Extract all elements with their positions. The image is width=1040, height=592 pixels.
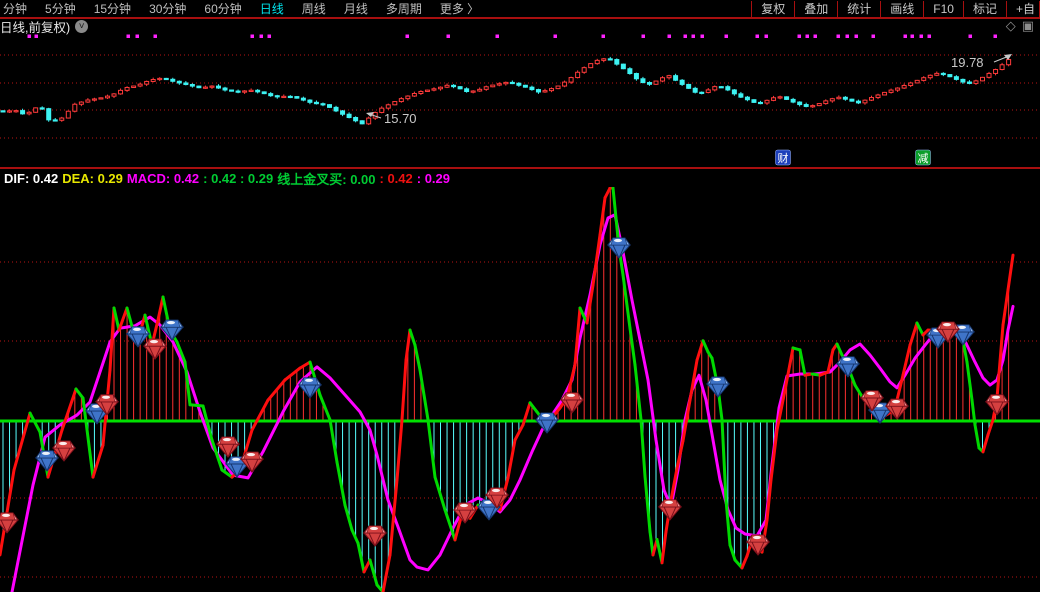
timeframe-menu: 分钟5分钟15分钟30分钟60分钟日线周线月线多周期更多 〉 <box>0 1 488 17</box>
indicator-value-6: : 0.29 <box>417 171 450 186</box>
menu-tool-4[interactable]: F10 <box>923 1 963 17</box>
panel-tool-icon[interactable]: ▣ <box>1022 18 1034 34</box>
red-diamond-signal-15 <box>986 395 1008 415</box>
price-gridlines <box>0 55 1040 138</box>
menu-timeframe-2[interactable]: 15分钟 <box>85 1 140 17</box>
menu-tool-3[interactable]: 画线 <box>880 1 923 17</box>
menu-timeframe-4[interactable]: 60分钟 <box>195 1 250 17</box>
tool-menu: 复权叠加统计画线F10标记+自 <box>751 1 1040 17</box>
menu-tool-0[interactable]: 复权 <box>751 1 794 17</box>
macd-indicator-header: DIF: 0.42 DEA: 0.29 MACD: 0.42 : 0.42 : 0.2… <box>0 167 1040 188</box>
blue-diamond-signal-0 <box>36 451 58 471</box>
svg-text:15.70: 15.70 <box>384 111 417 126</box>
menu-timeframe-8[interactable]: 多周期 <box>377 1 431 17</box>
menu-tool-2[interactable]: 统计 <box>837 1 880 17</box>
indicator-value-0: DIF: 0.42 <box>4 171 58 186</box>
menu-tool-6[interactable]: +自 <box>1006 1 1040 17</box>
dif-line <box>0 188 1013 592</box>
indicator-value-3: : 0.42 : 0.29 <box>203 171 273 186</box>
red-diamond-signal-11 <box>747 535 769 555</box>
indicator-value-2: MACD: 0.42 <box>127 171 199 186</box>
indicator-value-1: DEA: 0.29 <box>62 171 123 186</box>
chevron-down-icon[interactable]: ˅ <box>75 20 88 33</box>
top-menubar: 分钟5分钟15分钟30分钟60分钟日线周线月线多周期更多 〉 复权叠加统计画线F… <box>0 0 1040 19</box>
blue-diamond-signal-8 <box>608 238 630 258</box>
menu-timeframe-1[interactable]: 5分钟 <box>36 1 85 17</box>
indicator-value-5: : 0.42 <box>380 171 413 186</box>
chart-mode-label: 日线,前复权) <box>0 17 70 36</box>
menu-timeframe-7[interactable]: 月线 <box>335 1 377 17</box>
candlestick-chart[interactable]: 15.70 19.78 财 减 <box>0 34 1040 167</box>
price-labels: 15.70 19.78 <box>366 54 1012 126</box>
svg-text:财: 财 <box>778 151 789 165</box>
signal-dots <box>28 35 998 39</box>
diamond-tool-icon[interactable]: ◇ <box>1006 18 1016 34</box>
svg-text:19.78: 19.78 <box>951 55 984 70</box>
indicator-value-4: 线上金叉买: 0.00 <box>277 169 375 188</box>
menu-timeframe-6[interactable]: 周线 <box>293 1 335 17</box>
trading-app-window: { "menu": { "left_items": [ {"label":"分钟… <box>0 0 1040 592</box>
menu-tool-5[interactable]: 标记 <box>963 1 1006 17</box>
blue-diamond-signal-5 <box>299 378 321 398</box>
corner-icons: ◇ ▣ <box>1006 18 1034 34</box>
menu-timeframe-0[interactable]: 分钟 <box>0 1 36 17</box>
red-diamond-signal-3 <box>144 339 166 359</box>
blue-diamond-signal-9 <box>707 377 729 397</box>
candles-layer <box>1 57 1011 125</box>
dea-line <box>12 215 1013 592</box>
blue-diamond-signal-10 <box>837 357 859 377</box>
blue-diamond-signal-7 <box>536 413 558 433</box>
red-diamond-signal-5 <box>241 452 263 472</box>
svg-text:减: 减 <box>918 152 929 165</box>
blue-diamond-signal-3 <box>161 320 183 340</box>
event-marker-1[interactable]: 减 <box>916 150 931 165</box>
menu-timeframe-9[interactable]: 更多 〉 <box>431 1 488 17</box>
menu-timeframe-3[interactable]: 30分钟 <box>140 1 195 17</box>
menu-timeframe-5[interactable]: 日线 <box>251 1 293 17</box>
menu-tool-1[interactable]: 叠加 <box>794 1 837 17</box>
subheader: 日线,前复权) ˅ ◇ ▣ <box>0 18 1040 34</box>
red-diamond-signal-13 <box>886 399 908 419</box>
event-marker-0[interactable]: 财 <box>776 150 791 165</box>
macd-chart[interactable] <box>0 187 1040 592</box>
red-diamond-signal-4 <box>217 437 239 457</box>
red-diamond-signal-6 <box>364 526 386 546</box>
